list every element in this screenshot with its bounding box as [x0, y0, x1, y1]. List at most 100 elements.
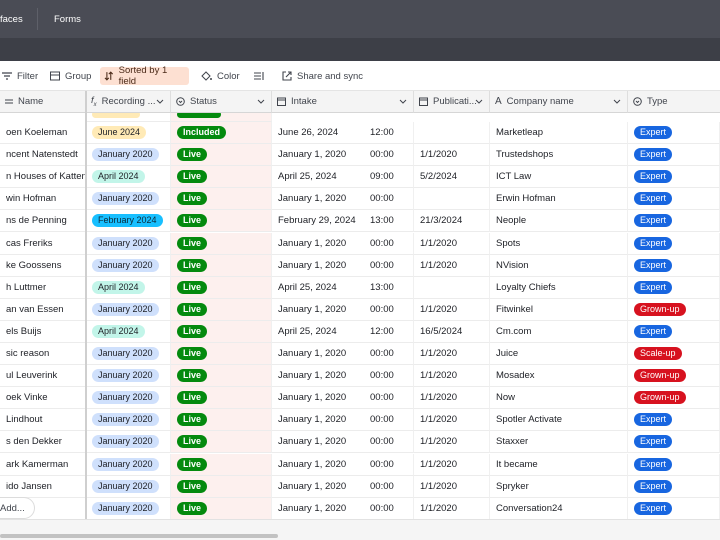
- company-cell[interactable]: NVision: [490, 255, 628, 277]
- status-cell[interactable]: Live: [171, 431, 272, 453]
- type-cell[interactable]: Expert: [628, 277, 720, 299]
- type-cell[interactable]: Expert: [628, 476, 720, 498]
- name-cell[interactable]: ncent Natenstedt: [0, 144, 86, 166]
- publication-cell[interactable]: 1/1/2020: [414, 365, 490, 387]
- name-cell[interactable]: h Luttmer: [0, 277, 86, 299]
- recording-cell[interactable]: January 2020: [86, 188, 171, 210]
- recording-cell[interactable]: January 2020: [86, 299, 171, 321]
- publication-cell[interactable]: 1/1/2020: [414, 233, 490, 255]
- type-cell[interactable]: Grown-up: [628, 299, 720, 321]
- chevron-down-icon[interactable]: [257, 98, 265, 106]
- company-cell[interactable]: It became: [490, 454, 628, 476]
- recording-cell[interactable]: January 2020: [86, 431, 171, 453]
- header-name[interactable]: Name: [0, 91, 86, 113]
- recording-cell[interactable]: April 2024: [86, 277, 171, 299]
- chevron-down-icon[interactable]: [399, 98, 407, 106]
- publication-cell[interactable]: 1/1/2020: [414, 255, 490, 277]
- status-cell[interactable]: Included: [171, 122, 272, 144]
- name-cell[interactable]: ul Leuverink: [0, 365, 86, 387]
- recording-cell[interactable]: January 2020: [86, 144, 171, 166]
- type-cell[interactable]: Expert: [628, 122, 720, 144]
- intake-cell[interactable]: January 1, 2020 00:00: [272, 255, 414, 277]
- name-cell[interactable]: ns de Penning: [0, 210, 86, 232]
- color-button[interactable]: Color: [197, 67, 244, 85]
- filter-button[interactable]: Filter: [0, 67, 42, 85]
- status-cell[interactable]: Live: [171, 321, 272, 343]
- intake-cell[interactable]: January 1, 2020 00:00: [272, 476, 414, 498]
- name-cell[interactable]: an van Essen: [0, 299, 86, 321]
- intake-cell[interactable]: January 1, 2020 00:00: [272, 454, 414, 476]
- publication-cell[interactable]: 1/1/2020: [414, 476, 490, 498]
- type-cell[interactable]: Expert: [628, 255, 720, 277]
- intake-cell[interactable]: February 29, 2024 13:00: [272, 210, 414, 232]
- header-publication[interactable]: Publicati...: [414, 91, 490, 113]
- status-cell[interactable]: Live: [171, 277, 272, 299]
- name-cell[interactable]: sic reason: [0, 343, 86, 365]
- header-intake[interactable]: Intake: [272, 91, 414, 113]
- status-cell[interactable]: Live: [171, 166, 272, 188]
- publication-cell[interactable]: 16/5/2024: [414, 321, 490, 343]
- recording-cell[interactable]: January 2020: [86, 255, 171, 277]
- status-cell[interactable]: Live: [171, 255, 272, 277]
- publication-cell[interactable]: 1/1/2020: [414, 387, 490, 409]
- publication-cell[interactable]: 1/1/2020: [414, 454, 490, 476]
- nav-interfaces[interactable]: faces: [0, 14, 23, 25]
- type-cell[interactable]: Expert: [628, 144, 720, 166]
- type-cell[interactable]: Expert: [628, 454, 720, 476]
- status-cell[interactable]: Live: [171, 299, 272, 321]
- recording-cell[interactable]: [86, 113, 171, 122]
- company-cell[interactable]: ICT Law: [490, 166, 628, 188]
- company-cell[interactable]: Staxxer: [490, 431, 628, 453]
- company-cell[interactable]: Spryker: [490, 476, 628, 498]
- chevron-down-icon[interactable]: [613, 98, 621, 106]
- type-cell[interactable]: Expert: [628, 166, 720, 188]
- header-type[interactable]: Type: [628, 91, 720, 113]
- share-sync-button[interactable]: Share and sync: [278, 67, 367, 85]
- status-cell[interactable]: [171, 113, 272, 122]
- type-cell[interactable]: Expert: [628, 321, 720, 343]
- name-cell[interactable]: els Buijs: [0, 321, 86, 343]
- company-cell[interactable]: Conversation24: [490, 498, 628, 520]
- status-cell[interactable]: Live: [171, 188, 272, 210]
- publication-cell[interactable]: [414, 277, 490, 299]
- company-cell[interactable]: Mosadex: [490, 365, 628, 387]
- intake-cell[interactable]: January 1, 2020 00:00: [272, 409, 414, 431]
- row-height-button[interactable]: [250, 67, 268, 85]
- publication-cell[interactable]: 1/1/2020: [414, 498, 490, 520]
- intake-cell[interactable]: January 1, 2020 00:00: [272, 431, 414, 453]
- intake-cell[interactable]: June 26, 2024 12:00: [272, 122, 414, 144]
- company-cell[interactable]: Spots: [490, 233, 628, 255]
- header-status[interactable]: Status: [171, 91, 272, 113]
- group-button[interactable]: Group: [46, 67, 95, 85]
- publication-cell[interactable]: 5/2/2024: [414, 166, 490, 188]
- company-cell[interactable]: Fitwinkel: [490, 299, 628, 321]
- status-cell[interactable]: Live: [171, 144, 272, 166]
- intake-cell[interactable]: January 1, 2020 00:00: [272, 233, 414, 255]
- company-cell[interactable]: Neople: [490, 210, 628, 232]
- name-cell[interactable]: s den Dekker: [0, 431, 86, 453]
- recording-cell[interactable]: January 2020: [86, 365, 171, 387]
- company-cell[interactable]: Now: [490, 387, 628, 409]
- name-cell[interactable]: ke Goossens: [0, 255, 86, 277]
- status-cell[interactable]: Live: [171, 498, 272, 520]
- status-cell[interactable]: Live: [171, 454, 272, 476]
- name-cell[interactable]: oen Koeleman: [0, 122, 86, 144]
- recording-cell[interactable]: January 2020: [86, 454, 171, 476]
- publication-cell[interactable]: 1/1/2020: [414, 409, 490, 431]
- status-cell[interactable]: Live: [171, 409, 272, 431]
- status-cell[interactable]: Live: [171, 210, 272, 232]
- intake-cell[interactable]: January 1, 2020 00:00: [272, 498, 414, 520]
- add-record-button[interactable]: Add...: [0, 497, 35, 519]
- recording-cell[interactable]: April 2024: [86, 321, 171, 343]
- intake-cell[interactable]: January 1, 2020 00:00: [272, 299, 414, 321]
- intake-cell[interactable]: January 1, 2020 00:00: [272, 188, 414, 210]
- recording-cell[interactable]: June 2024: [86, 122, 171, 144]
- company-cell[interactable]: Cm.com: [490, 321, 628, 343]
- publication-cell[interactable]: 21/3/2024: [414, 210, 490, 232]
- status-cell[interactable]: Live: [171, 387, 272, 409]
- type-cell[interactable]: Expert: [628, 409, 720, 431]
- type-cell[interactable]: Expert: [628, 498, 720, 520]
- name-cell[interactable]: ark Kamerman: [0, 454, 86, 476]
- header-recording[interactable]: fx Recording ...: [86, 91, 171, 113]
- recording-cell[interactable]: January 2020: [86, 498, 171, 520]
